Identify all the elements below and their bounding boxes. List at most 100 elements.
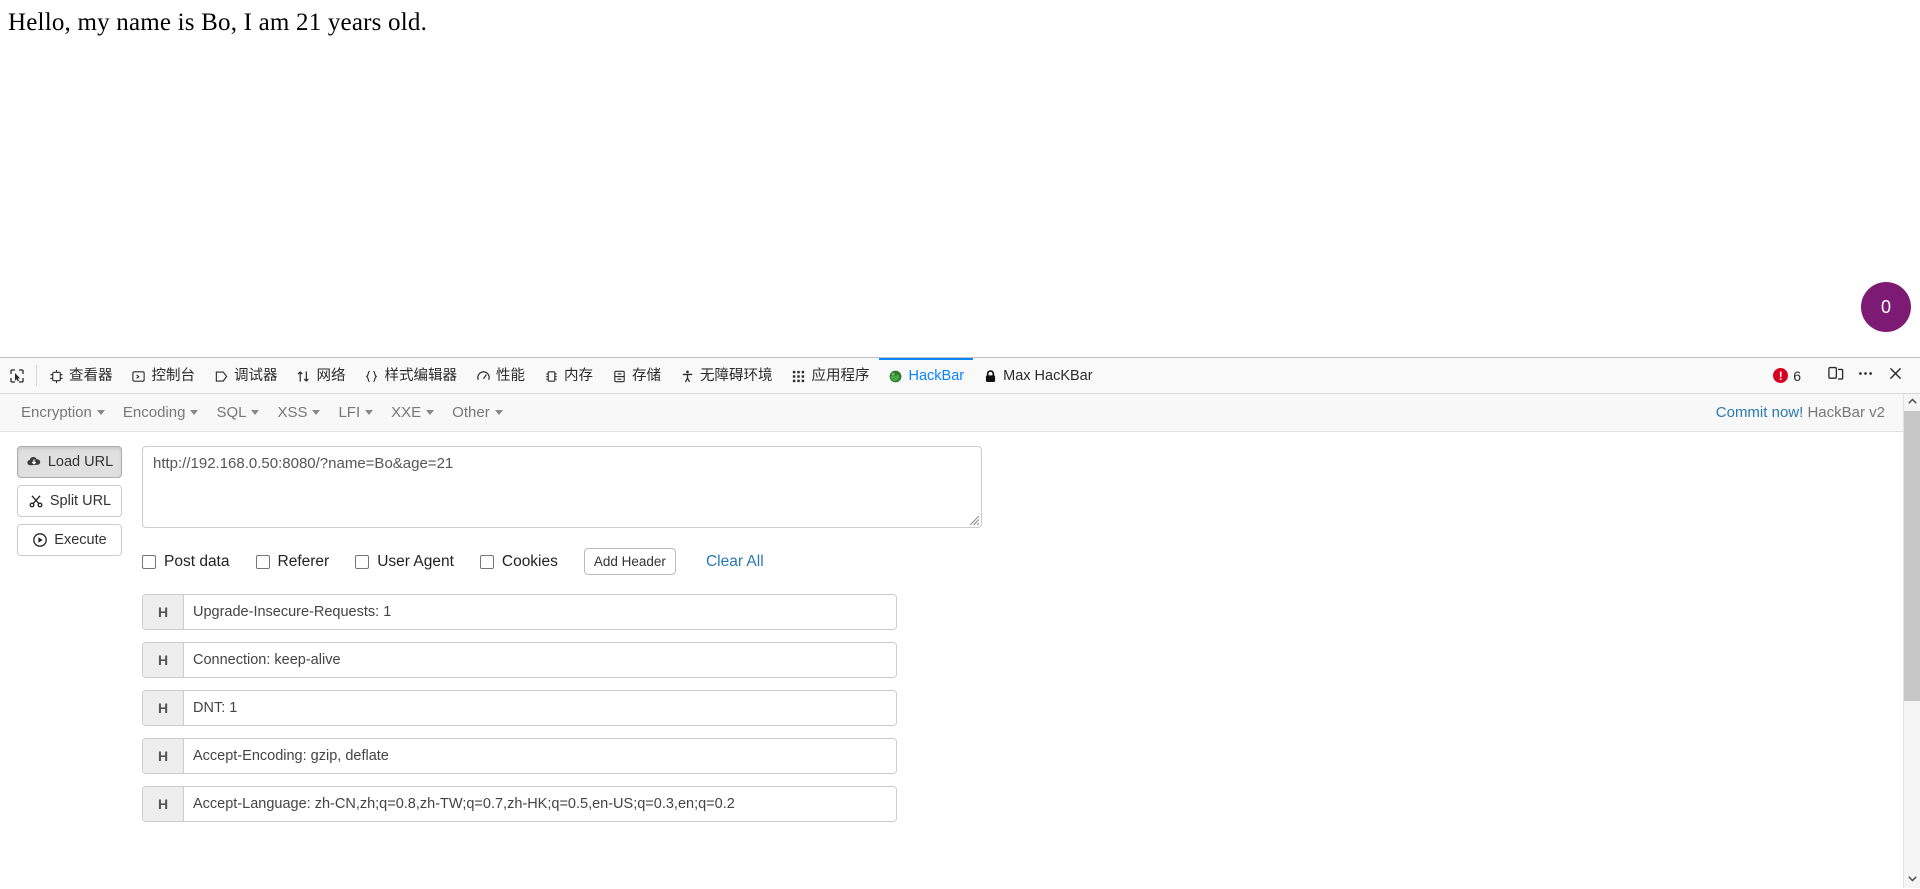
checkbox-user-agent[interactable]: User Agent [355, 553, 454, 571]
error-icon: ! [1773, 368, 1788, 383]
tab-style-editor-label: 样式编辑器 [385, 369, 458, 384]
hackbar-menubar: Encryption Encoding SQL XSS LFI [0, 394, 1903, 432]
referer-label: Referer [278, 553, 330, 571]
menu-encoding-label: Encoding [123, 404, 186, 421]
close-devtools-button[interactable] [1880, 361, 1910, 391]
performance-icon [475, 369, 491, 385]
header-type-tag: H [143, 595, 184, 629]
header-value-input[interactable]: Connection: keep-alive [184, 643, 896, 677]
network-icon [296, 369, 312, 385]
referer-checkbox[interactable] [256, 555, 270, 569]
console-icon [131, 369, 147, 385]
cloud-download-icon [26, 454, 42, 470]
post-data-label: Post data [164, 553, 230, 571]
execute-button[interactable]: Execute [17, 524, 122, 556]
tab-inspector[interactable]: 查看器 [39, 358, 122, 393]
cookies-checkbox[interactable] [480, 555, 494, 569]
header-row[interactable]: H DNT: 1 [142, 690, 897, 726]
tab-network[interactable]: 网络 [287, 358, 355, 393]
header-type-tag: H [143, 787, 184, 821]
menu-encryption[interactable]: Encryption [12, 400, 114, 425]
hackbar-version-label: HackBar v2 [1807, 404, 1885, 421]
tab-memory[interactable]: 内存 [534, 358, 602, 393]
error-count-value: 6 [1793, 368, 1801, 384]
header-row[interactable]: H Connection: keep-alive [142, 642, 897, 678]
add-header-button[interactable]: Add Header [584, 548, 676, 575]
error-count-badge[interactable]: ! 6 [1763, 368, 1811, 384]
menu-lfi[interactable]: LFI [329, 400, 382, 425]
chevron-down-icon [426, 410, 434, 415]
header-value-input[interactable]: DNT: 1 [184, 691, 896, 725]
inspector-icon [48, 369, 64, 385]
style-editor-icon [364, 369, 380, 385]
checkbox-referer[interactable]: Referer [256, 553, 330, 571]
menu-other[interactable]: Other [443, 400, 512, 425]
header-value-input[interactable]: Accept-Encoding: gzip, deflate [184, 739, 896, 773]
hackbar-body: Load URL Split URL [0, 432, 1903, 822]
more-options-button[interactable] [1850, 361, 1880, 391]
menu-encoding[interactable]: Encoding [114, 400, 208, 425]
menu-encryption-label: Encryption [21, 404, 92, 421]
hackbar-action-column: Load URL Split URL [0, 446, 122, 822]
split-url-button[interactable]: Split URL [17, 485, 122, 517]
hackbar-request-column: Post data Referer User Agent Cookie [122, 446, 1903, 822]
tab-storage-label: 存储 [632, 369, 661, 384]
url-input[interactable] [142, 446, 982, 528]
element-picker-button[interactable] [0, 358, 34, 393]
chevron-down-icon [1907, 871, 1918, 889]
tab-debugger[interactable]: 调试器 [204, 358, 287, 393]
checkbox-post-data[interactable]: Post data [142, 553, 230, 571]
tab-hackbar[interactable]: HackBar [879, 358, 974, 393]
tab-application[interactable]: 应用程序 [782, 358, 879, 393]
tab-style-editor[interactable]: 样式编辑器 [355, 358, 467, 393]
header-type-tag: H [143, 691, 184, 725]
tab-debugger-label: 调试器 [234, 369, 278, 384]
web-page-viewport: Hello, my name is Bo, I am 21 years old.… [0, 0, 1920, 357]
checkbox-cookies[interactable]: Cookies [480, 553, 558, 571]
user-agent-checkbox[interactable] [355, 555, 369, 569]
toolbar-divider [36, 365, 37, 386]
request-options-row: Post data Referer User Agent Cookie [142, 548, 1903, 575]
scroll-down-button[interactable] [1904, 871, 1920, 888]
devtools-tab-strip: 查看器 控制台 调试器 [0, 358, 1920, 394]
menu-xxe[interactable]: XXE [382, 400, 443, 425]
debugger-icon [213, 369, 229, 385]
devtools-tabs: 查看器 控制台 调试器 [39, 358, 1763, 393]
commit-now-link[interactable]: Commit now! [1716, 404, 1804, 421]
menu-xss[interactable]: XSS [268, 400, 329, 425]
floating-counter-badge[interactable]: 0 [1861, 282, 1911, 332]
panel-scrollbar[interactable] [1903, 394, 1920, 888]
clear-all-link[interactable]: Clear All [706, 553, 764, 571]
hackbar-panel: Encryption Encoding SQL XSS LFI [0, 394, 1920, 888]
tab-network-label: 网络 [317, 369, 346, 384]
chevron-down-icon [365, 410, 373, 415]
menu-xxe-label: XXE [391, 404, 421, 421]
more-options-icon [1857, 365, 1874, 387]
header-row[interactable]: H Accept-Language: zh-CN,zh;q=0.8,zh-TW;… [142, 786, 897, 822]
header-value-input[interactable]: Upgrade-Insecure-Requests: 1 [184, 595, 896, 629]
header-row[interactable]: H Upgrade-Insecure-Requests: 1 [142, 594, 897, 630]
tab-accessibility[interactable]: 无障碍环境 [670, 358, 782, 393]
dock-layout-button[interactable] [1820, 361, 1850, 391]
header-value-input[interactable]: Accept-Language: zh-CN,zh;q=0.8,zh-TW;q=… [184, 787, 896, 821]
dock-layout-icon [1827, 365, 1844, 387]
menu-sql-label: SQL [216, 404, 246, 421]
menu-xss-label: XSS [277, 404, 307, 421]
menu-sql[interactable]: SQL [207, 400, 268, 425]
tab-console[interactable]: 控制台 [122, 358, 205, 393]
load-url-button[interactable]: Load URL [17, 446, 122, 478]
scroll-up-button[interactable] [1904, 394, 1920, 411]
post-data-checkbox[interactable] [142, 555, 156, 569]
tab-storage[interactable]: 存储 [602, 358, 670, 393]
tab-console-label: 控制台 [152, 369, 196, 384]
header-type-tag: H [143, 739, 184, 773]
close-icon [1887, 365, 1904, 387]
tab-max-hackbar[interactable]: Max HacKBar [973, 358, 1101, 393]
element-picker-icon [9, 368, 25, 384]
scrollbar-thumb[interactable] [1904, 411, 1920, 701]
split-url-label: Split URL [50, 493, 111, 509]
commit-note: Commit now! HackBar v2 [1716, 404, 1891, 421]
header-row[interactable]: H Accept-Encoding: gzip, deflate [142, 738, 897, 774]
scrollbar-track[interactable] [1904, 411, 1920, 871]
tab-performance[interactable]: 性能 [466, 358, 534, 393]
